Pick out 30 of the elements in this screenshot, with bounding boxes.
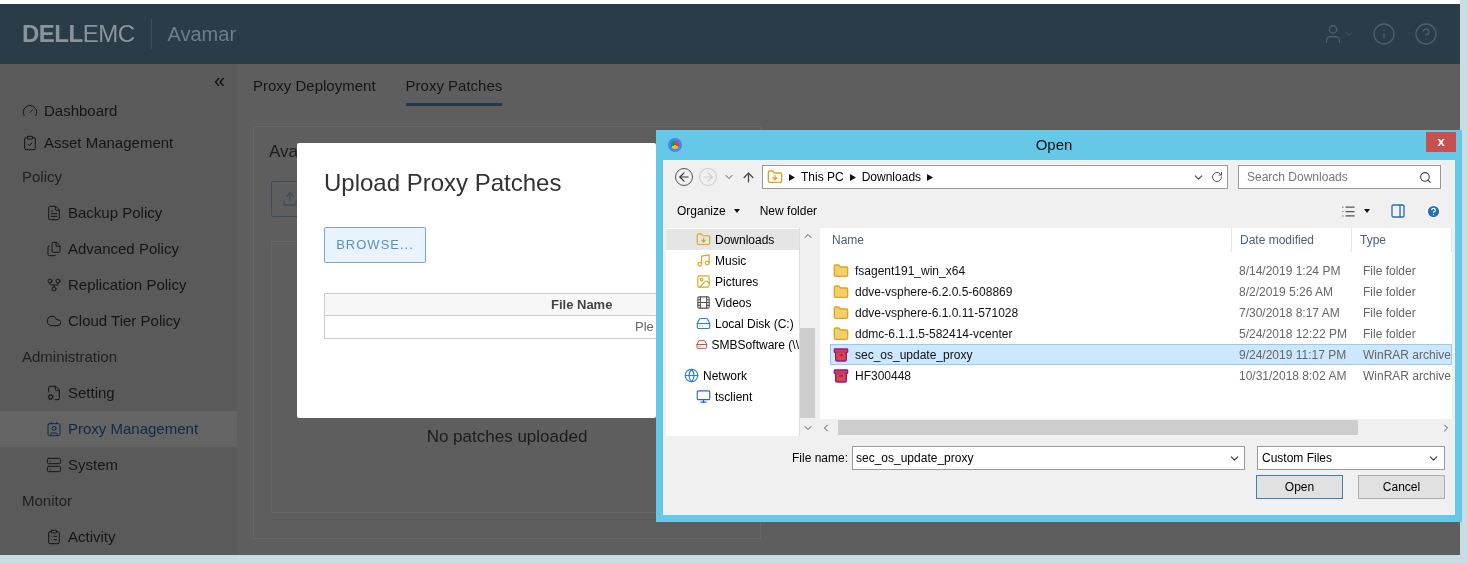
file-name: fsagent191_win_x64 — [854, 262, 966, 280]
file-name-label: File name: — [792, 450, 850, 467]
file-type: File folder — [1361, 262, 1417, 280]
dialog-title: Open — [1034, 134, 1074, 155]
file-type: WinRAR archive — [1361, 346, 1451, 364]
file-type: WinRAR archive — [1361, 367, 1451, 385]
file-date: 8/2/2019 5:26 AM — [1237, 283, 1335, 301]
file-type: File folder — [1361, 283, 1417, 301]
product-name: Avamar — [167, 22, 237, 47]
empty-message: No patches uploaded — [426, 425, 588, 448]
file-name: ddmc-6.1.1.5-582414-vcenter — [854, 325, 1013, 343]
file-date: 9/24/2019 11:17 PM — [1237, 346, 1348, 364]
file-date: 10/31/2018 8:02 AM — [1237, 367, 1348, 385]
file-name: sec_os_update_proxy — [854, 346, 973, 364]
modal-title: Upload Proxy Patches — [324, 168, 562, 198]
file-date: 7/30/2018 8:17 AM — [1237, 304, 1341, 322]
table-placeholder-row-text: Ple — [634, 318, 655, 337]
file-type: File folder — [1361, 325, 1417, 343]
sidebar-heading: Administration — [21, 346, 119, 367]
sidebar-heading: Monitor — [21, 490, 74, 511]
file-name: ddve-vsphere-6.2.0.5-608869 — [854, 283, 1013, 301]
file-type: File folder — [1361, 304, 1417, 322]
logo: DELLEMC — [22, 19, 135, 49]
file-date: 5/24/2018 12:22 PM — [1237, 325, 1349, 343]
column-header: File Name — [551, 295, 613, 314]
file-date: 8/14/2019 1:24 PM — [1237, 262, 1342, 280]
file-name: HF300448 — [854, 367, 911, 385]
sidebar-heading: Policy — [21, 166, 63, 187]
card-title: Ava — [269, 141, 298, 163]
file-name: ddve-vsphere-6.1.0.11-571028 — [854, 304, 1019, 322]
